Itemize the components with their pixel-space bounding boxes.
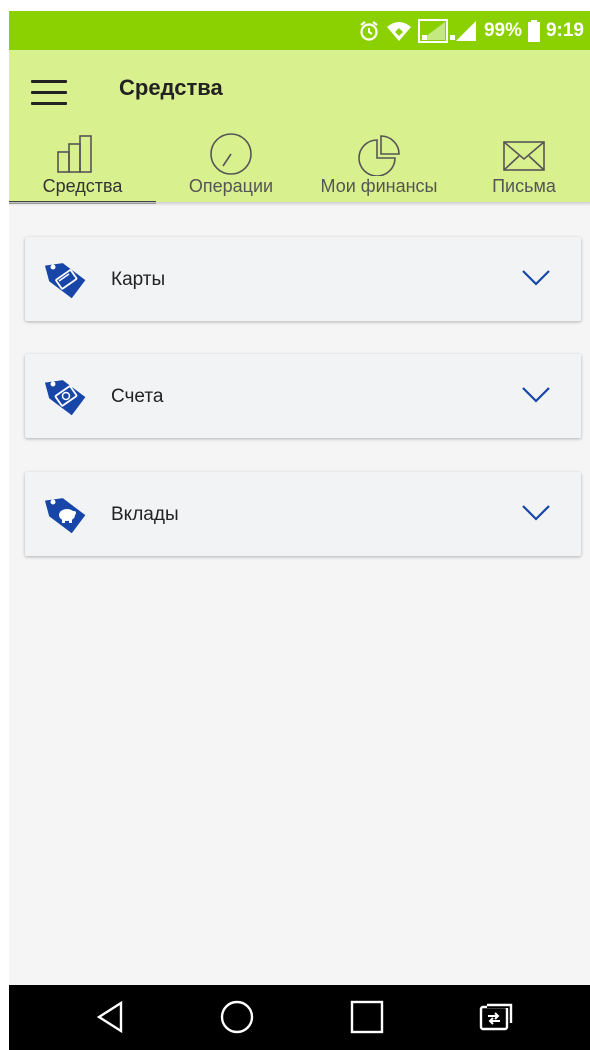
tab-label-operatsii: Операции <box>188 176 274 196</box>
clock-time: 9:19 <box>545 19 584 41</box>
alarm-icon <box>360 20 378 41</box>
bar-chart-icon <box>57 135 92 173</box>
tab-pisma[interactable]: Письма <box>469 132 579 202</box>
envelope-icon <box>503 141 545 171</box>
signal-icon <box>417 18 476 43</box>
tab-label-pisma: Письма <box>492 176 556 196</box>
app-bar-shadow <box>9 202 590 206</box>
tab-label-moi-finansy: Мои финансы <box>320 176 438 196</box>
app-screen: 99% 9:19 Средства Средства Операции Мои … <box>9 11 590 1050</box>
tab-sredstva[interactable]: Средства <box>9 132 156 204</box>
hamburger-menu-icon[interactable] <box>31 80 67 106</box>
switch-icon[interactable] <box>476 997 516 1037</box>
section-label-karty: Карты <box>111 269 166 290</box>
recents-icon[interactable] <box>347 997 387 1037</box>
navigation-bar <box>9 985 590 1050</box>
section-label-scheta: Счета <box>111 386 164 407</box>
page-title: Средства <box>119 75 223 100</box>
chevron-down-icon[interactable] <box>521 504 551 522</box>
status-bar: 99% 9:19 <box>9 11 590 50</box>
battery-level: 99% <box>483 19 522 41</box>
tab-label-sredstva: Средства <box>42 176 123 196</box>
chevron-down-icon[interactable] <box>521 386 551 404</box>
section-card-scheta[interactable]: Счета <box>25 354 581 438</box>
clock-icon <box>210 133 252 175</box>
card-tag-icon <box>44 263 86 299</box>
section-label-vklady: Вклады <box>111 504 179 525</box>
section-card-karty[interactable]: Карты <box>25 237 581 321</box>
tab-moi-finansy[interactable]: Мои финансы <box>304 132 454 202</box>
piggy-bank-tag-icon <box>44 498 86 534</box>
tab-operatsii[interactable]: Операции <box>166 132 296 202</box>
wifi-icon <box>386 21 411 41</box>
chevron-down-icon[interactable] <box>521 269 551 287</box>
battery-icon <box>527 19 540 42</box>
section-card-vklady[interactable]: Вклады <box>25 472 581 556</box>
tab-bar: Средства Операции Мои финансы Письма <box>9 132 590 204</box>
app-bar: Средства Средства Операции Мои финансы П… <box>9 50 590 204</box>
pie-chart-icon <box>358 135 400 176</box>
home-icon[interactable] <box>217 997 257 1037</box>
back-icon[interactable] <box>91 997 131 1037</box>
money-tag-icon <box>44 380 86 416</box>
